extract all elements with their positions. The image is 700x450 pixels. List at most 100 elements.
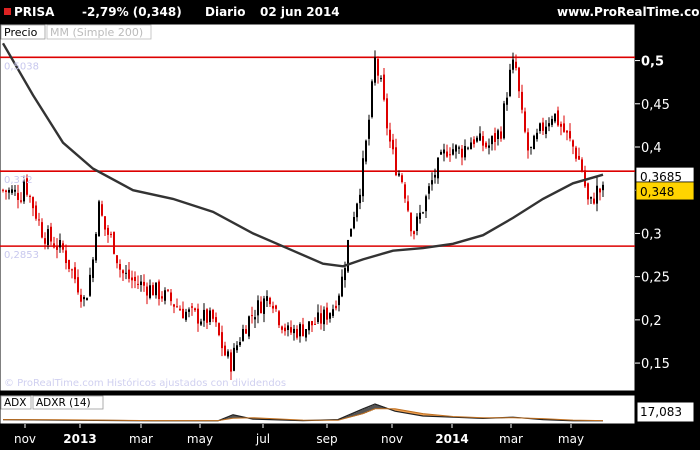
adxr-label: ADXR (14) — [36, 397, 91, 409]
candle-body — [482, 136, 484, 146]
candle-body — [455, 145, 457, 152]
candle-body — [350, 228, 352, 237]
candle-body — [311, 321, 313, 326]
candle-body — [101, 204, 103, 216]
site-url: www.ProRealTime.com — [557, 5, 700, 19]
candle-body — [59, 240, 61, 248]
chart-date: 02 jun 2014 — [260, 5, 340, 19]
candle-body — [473, 139, 475, 145]
ticker-symbol: PRISA — [14, 5, 55, 19]
candle-body — [539, 123, 541, 132]
candle-body — [128, 269, 130, 279]
x-tick-label: nov — [381, 432, 403, 446]
candle-body — [134, 276, 136, 281]
candle-body — [68, 259, 70, 269]
candle-body — [269, 297, 271, 305]
candle-body — [548, 123, 550, 127]
x-tick-label: mar — [499, 432, 523, 446]
x-tick-label: 2014 — [435, 432, 468, 446]
candle-body — [479, 133, 481, 141]
candle-body — [98, 201, 100, 237]
candle-body — [437, 157, 439, 179]
candle-body — [581, 159, 583, 172]
candle-body — [317, 312, 319, 323]
candle-body — [296, 328, 298, 338]
candle-body — [353, 217, 355, 229]
y-tick-label: 0,25 — [641, 271, 670, 286]
candle-body — [467, 147, 469, 149]
candle-body — [77, 277, 79, 293]
candle-body — [395, 147, 397, 176]
candle-body — [74, 267, 76, 280]
candle-body — [284, 327, 286, 332]
candle-body — [179, 308, 181, 311]
candle-body — [344, 268, 346, 281]
candle-body — [413, 231, 415, 235]
candle-body — [590, 196, 592, 199]
candle-body — [602, 184, 604, 191]
candle-body — [497, 130, 499, 139]
candle-body — [188, 309, 190, 312]
candle-body — [218, 323, 220, 336]
candle-body — [47, 229, 49, 245]
candle-body — [596, 185, 598, 204]
candle-body — [422, 212, 424, 214]
candle-body — [461, 148, 463, 158]
candle-body — [389, 129, 391, 142]
candle-body — [53, 243, 55, 248]
candle-body — [551, 118, 553, 125]
candle-body — [593, 198, 595, 204]
x-tick-label: sep — [316, 432, 337, 446]
candle-body — [341, 276, 343, 297]
candle-body — [527, 132, 529, 151]
candle-body — [347, 239, 349, 272]
candle-body — [272, 305, 274, 309]
candle-body — [176, 306, 178, 308]
y-tick-label: 0,15 — [641, 357, 670, 372]
x-tick-label: may — [558, 432, 584, 446]
candle-body — [401, 175, 403, 183]
candle-body — [290, 327, 292, 333]
candle-body — [533, 135, 535, 150]
candle-body — [380, 77, 382, 80]
candle-body — [464, 145, 466, 158]
candle-body — [185, 311, 187, 320]
candle-body — [2, 189, 4, 191]
watermark: © ProRealTime.com Históricos ajustados c… — [4, 377, 286, 389]
candle-body — [323, 309, 325, 325]
candle-body — [572, 140, 574, 147]
candle-body — [428, 186, 430, 194]
x-tick-label: mar — [129, 432, 153, 446]
candle-body — [563, 123, 565, 132]
candle-body — [71, 269, 73, 271]
candle-body — [302, 324, 304, 337]
candle-body — [362, 158, 364, 197]
candle-body — [443, 149, 445, 154]
candle-body — [398, 173, 400, 176]
candle-body — [494, 133, 496, 142]
candle-body — [95, 233, 97, 261]
candle-body — [191, 306, 193, 308]
candle-body — [488, 145, 490, 148]
price-chart: Precio MM (Simple 200) © ProRealTime.com… — [0, 24, 695, 446]
candle-body — [305, 329, 307, 338]
candle-body — [434, 174, 436, 178]
candle-body — [518, 67, 520, 92]
candle-body — [227, 351, 229, 357]
candle-body — [521, 91, 523, 110]
candle-body — [65, 250, 67, 264]
candle-body — [287, 325, 289, 331]
candle-body — [524, 111, 526, 132]
candle-body — [155, 282, 157, 296]
candle-body — [119, 264, 121, 270]
candle-body — [359, 194, 361, 204]
price-panel-label: Precio — [4, 26, 38, 39]
candle-body — [251, 315, 253, 317]
chart-period: Diario — [205, 5, 246, 19]
candle-body — [35, 205, 37, 219]
candle-body — [167, 289, 169, 291]
candle-body — [458, 147, 460, 149]
candle-body — [110, 233, 112, 235]
candle-body — [32, 197, 34, 209]
candle-body — [131, 277, 133, 281]
